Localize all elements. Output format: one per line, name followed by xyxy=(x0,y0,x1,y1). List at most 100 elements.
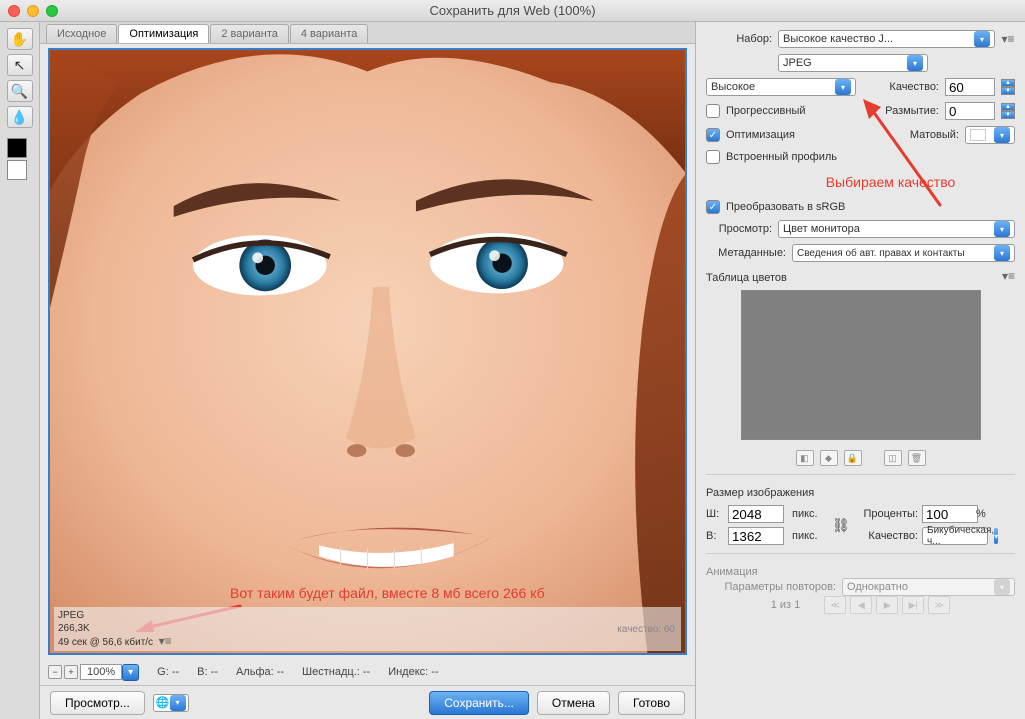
optimized-label: Оптимизация xyxy=(726,129,795,141)
eyedropper-tool-icon[interactable]: 💧 xyxy=(7,106,33,128)
width-label: Ш: xyxy=(706,508,724,520)
metadata-label: Метаданные: xyxy=(706,247,786,259)
frame-counter: 1 из 1 xyxy=(771,599,801,611)
ct-trash-icon[interactable]: 🗑 xyxy=(908,450,926,466)
preview-space-select[interactable]: Цвет монитора▾ xyxy=(778,220,1015,238)
tab-2up[interactable]: 2 варианта xyxy=(210,24,289,43)
play-icon: ▶ xyxy=(876,596,898,614)
srgb-checkbox[interactable] xyxy=(706,200,720,214)
preview-space-value: Цвет монитора xyxy=(783,223,860,235)
info-time: 49 сек @ 56,6 кбит/с xyxy=(58,637,153,648)
width-unit: пикс. xyxy=(792,508,828,520)
metadata-value: Сведения об авт. правах и контакты xyxy=(797,248,965,259)
progressive-checkbox[interactable] xyxy=(706,104,720,118)
metadata-select[interactable]: Сведения об авт. правах и контакты▾ xyxy=(792,244,1015,262)
percent-symbol: % xyxy=(976,508,988,520)
animation-section: Анимация Параметры повторов: Однократно▾… xyxy=(706,562,1015,614)
matte-swatch-icon xyxy=(970,129,986,141)
percent-label: Проценты: xyxy=(848,508,918,520)
color-table-menu-icon[interactable]: ▾≡ xyxy=(1002,269,1015,283)
resample-label: Качество: xyxy=(848,530,918,542)
slice-select-tool-icon[interactable]: ↖ xyxy=(7,54,33,76)
preset-select[interactable]: Высокое качество J...▾ xyxy=(778,30,995,48)
preview-content-image xyxy=(50,50,685,653)
height-input[interactable] xyxy=(728,527,784,545)
quality-preset-select[interactable]: Высокое▾ xyxy=(706,78,856,96)
quality-input[interactable] xyxy=(945,78,995,96)
resample-value: Бикубическая, ч... xyxy=(927,525,994,547)
cancel-button[interactable]: Отмена xyxy=(537,691,610,715)
color-table-buttons: ◧ ◆ 🔒 ◫ 🗑 xyxy=(706,450,1015,466)
prev-frame-icon: ◀ xyxy=(850,596,872,614)
info-quality: качество: 60 xyxy=(617,623,675,636)
image-size-grid: Ш: пикс. ⛓ Проценты: % В: пикс. Качество… xyxy=(706,505,1015,545)
background-swatch[interactable] xyxy=(7,160,27,180)
zoom-in-icon[interactable]: + xyxy=(64,665,78,679)
status-bar: − + 100% ▾ G: -- B: -- Альфа: -- Шестнад… xyxy=(40,659,695,685)
preview-info-bar: JPEG 266,3K 49 сек @ 56,6 кбит/с ▾≡ каче… xyxy=(54,607,681,651)
quality-stepper[interactable]: ▲▼ xyxy=(1001,79,1015,95)
tool-palette: ✋ ↖ 🔍 💧 xyxy=(0,22,40,719)
annotation-filesize: Вот таким будет файл, вместе 8 мб всего … xyxy=(230,585,545,601)
browser-preview-select[interactable]: 🌐▾ xyxy=(153,694,189,712)
zoom-out-icon[interactable]: − xyxy=(48,665,62,679)
foreground-swatch[interactable] xyxy=(7,138,27,158)
done-button[interactable]: Готово xyxy=(618,691,685,715)
zoom-level[interactable]: 100% xyxy=(80,664,122,680)
blur-stepper[interactable]: ▲▼ xyxy=(1001,103,1015,119)
height-unit: пикс. xyxy=(792,530,828,542)
format-value: JPEG xyxy=(783,57,812,69)
tab-original[interactable]: Исходное xyxy=(46,24,117,43)
width-input[interactable] xyxy=(728,505,784,523)
ct-new-icon[interactable]: ◫ xyxy=(884,450,902,466)
readout-alpha: Альфа: -- xyxy=(236,666,284,678)
ct-shift-icon[interactable]: ◆ xyxy=(820,450,838,466)
preview-space-label: Просмотр: xyxy=(706,223,772,235)
quality-preset-value: Высокое xyxy=(711,81,755,93)
color-table-title: Таблица цветов xyxy=(706,272,787,284)
preview-button[interactable]: Просмотр... xyxy=(50,691,145,715)
optimized-checkbox[interactable] xyxy=(706,128,720,142)
matte-select[interactable]: ▾ xyxy=(965,126,1015,144)
tab-4up[interactable]: 4 варианта xyxy=(290,24,369,43)
window-title: Сохранить для Web (100%) xyxy=(0,3,1025,18)
image-size-title: Размер изображения xyxy=(706,487,1015,499)
info-format: JPEG xyxy=(58,609,677,622)
first-frame-icon: ≪ xyxy=(824,596,846,614)
ct-snap-icon[interactable]: ◧ xyxy=(796,450,814,466)
preview-tabs: Исходное Оптимизация 2 варианта 4 вариан… xyxy=(40,22,695,44)
loop-label: Параметры повторов: xyxy=(706,581,836,593)
progressive-label: Прогрессивный xyxy=(726,105,806,117)
srgb-label: Преобразовать в sRGB xyxy=(726,201,845,213)
animation-title: Анимация xyxy=(706,566,1015,578)
zoom-tool-icon[interactable]: 🔍 xyxy=(7,80,33,102)
next-frame-icon: ▶| xyxy=(902,596,924,614)
image-preview[interactable]: Вот таким будет файл, вместе 8 мб всего … xyxy=(48,48,687,655)
resample-select[interactable]: Бикубическая, ч...▾ xyxy=(922,527,988,545)
constrain-link-icon[interactable]: ⛓ xyxy=(832,517,844,534)
tab-optimized[interactable]: Оптимизация xyxy=(118,24,209,43)
ct-lock-icon[interactable]: 🔒 xyxy=(844,450,862,466)
readout-index: Индекс: -- xyxy=(388,666,438,678)
readout-g: G: -- xyxy=(157,666,179,678)
zoom-dropdown-icon[interactable]: ▾ xyxy=(122,664,139,681)
dialog-actions: Просмотр... 🌐▾ Сохранить... Отмена Готов… xyxy=(40,685,695,719)
preset-value: Высокое качество J... xyxy=(783,33,893,45)
globe-icon: 🌐 xyxy=(156,696,170,709)
hand-tool-icon[interactable]: ✋ xyxy=(7,28,33,50)
height-label: В: xyxy=(706,530,724,542)
color-swatches xyxy=(7,138,33,180)
last-frame-icon: ≫ xyxy=(928,596,950,614)
percent-input[interactable] xyxy=(922,505,978,523)
embed-profile-label: Встроенный профиль xyxy=(726,151,837,163)
quality-label: Качество: xyxy=(889,81,939,93)
preview-info-menu-icon[interactable]: ▾≡ xyxy=(159,634,172,648)
panel-menu-icon[interactable]: ▾≡ xyxy=(1001,32,1015,46)
embed-profile-checkbox[interactable] xyxy=(706,150,720,164)
preset-label: Набор: xyxy=(706,33,772,45)
annotation-arrow-quality-icon xyxy=(855,95,965,215)
format-select[interactable]: JPEG▾ xyxy=(778,54,928,72)
info-size: 266,3K xyxy=(58,622,677,635)
loop-select: Однократно▾ xyxy=(842,578,1015,596)
save-button[interactable]: Сохранить... xyxy=(429,691,529,715)
